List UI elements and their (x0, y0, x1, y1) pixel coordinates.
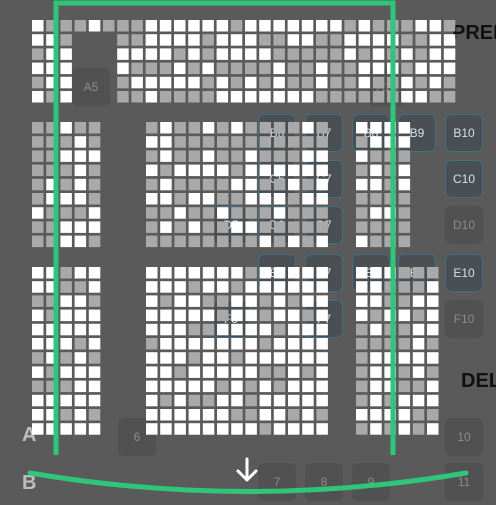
seat-map: PREI DEL A5 A15 B6 B7 B8 B9 B10 C6 C7 C1… (0, 0, 496, 505)
arrow-down-icon[interactable] (233, 456, 261, 484)
dot-matrix-overlay (32, 20, 456, 435)
